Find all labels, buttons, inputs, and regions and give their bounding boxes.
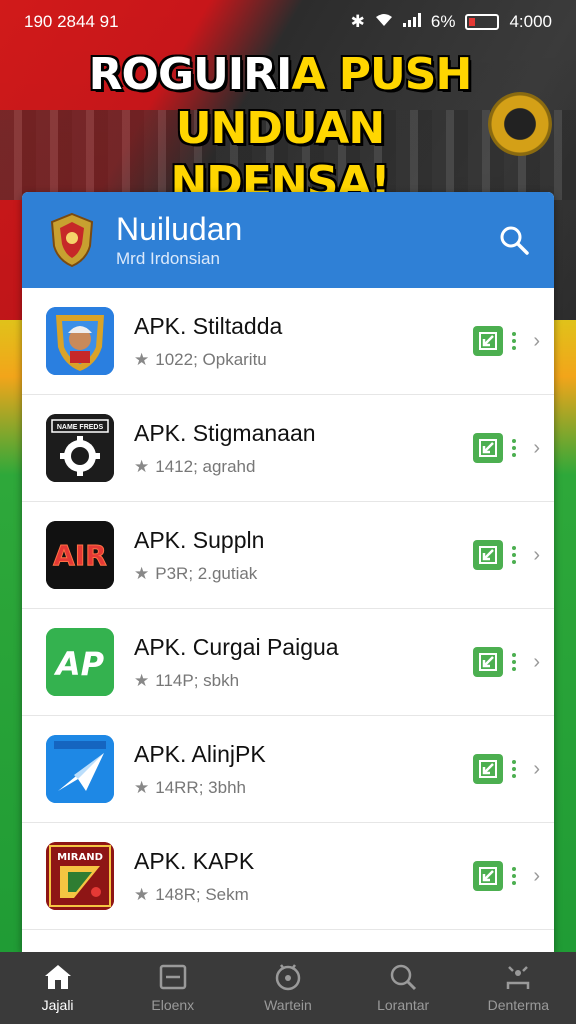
star-icon: ★ xyxy=(134,563,150,583)
garuda-crest-icon xyxy=(44,212,100,268)
app-meta: 1022; Opkaritu xyxy=(155,349,267,369)
download-button[interactable] xyxy=(473,433,504,463)
nav-label: Denterma xyxy=(487,997,550,1013)
headline-line1-white: ROGUIRI xyxy=(88,49,293,100)
mirando-logo-icon: MIRAND xyxy=(46,842,114,910)
paper-plane-icon xyxy=(46,735,114,803)
nav-item-profile[interactable]: Denterma xyxy=(468,963,568,1013)
more-options-icon[interactable] xyxy=(509,653,519,671)
profile-icon xyxy=(507,966,530,989)
nav-item-home[interactable]: Jajali xyxy=(8,963,108,1013)
nav-label: Eloenx xyxy=(151,997,195,1013)
gear-badge-icon: NAME FREDS xyxy=(46,414,114,482)
nav-item-compass[interactable]: Wartein xyxy=(238,963,338,1013)
chevron-right-icon[interactable]: › xyxy=(533,758,540,781)
download-arrow-icon xyxy=(479,653,498,671)
app-meta: 114P; sbkh xyxy=(155,670,240,690)
app-list: APK. Stiltadda ★ 1022; Opkaritu › NAME FR… xyxy=(22,288,554,930)
search-icon xyxy=(390,964,417,991)
list-item[interactable]: NAME FREDS APK. Stigmanaan ★ 1412; agrahd… xyxy=(22,395,554,502)
download-button[interactable] xyxy=(473,540,504,570)
app-meta: 14RR; 3bhh xyxy=(155,777,246,797)
battery-percent: 6% xyxy=(430,12,456,31)
download-arrow-icon xyxy=(479,439,498,457)
download-arrow-icon xyxy=(479,546,498,564)
app-meta: 1412; agrahd xyxy=(155,456,256,476)
app-title: APK. Stiltadda xyxy=(134,312,283,339)
battery-icon xyxy=(465,14,500,30)
promo-headline: ROGUIRIA PUSH UNDUAN NDENSA! xyxy=(60,48,500,210)
app-meta: 148R; Sekm xyxy=(155,884,249,904)
nav-item-inbox[interactable]: Eloenx xyxy=(123,963,223,1013)
chevron-right-icon[interactable]: › xyxy=(533,544,540,567)
download-button[interactable] xyxy=(473,861,504,891)
bottom-navigation: Jajali Eloenx Wartein Lorantar Denterma xyxy=(0,952,576,1024)
air-logo-label: AIR xyxy=(53,539,107,572)
download-arrow-icon xyxy=(479,867,498,885)
chevron-right-icon[interactable]: › xyxy=(533,865,540,888)
list-item[interactable]: MIRAND APK. KAPK ★ 148R; Sekm › xyxy=(22,823,554,930)
status-bar: 190 2844 91 ✱ 6% 4:000 xyxy=(0,0,576,44)
download-arrow-icon xyxy=(479,760,498,778)
list-item[interactable]: AP APK. Curgai Paigua ★ 114P; sbkh › xyxy=(22,609,554,716)
star-icon: ★ xyxy=(134,777,150,797)
star-icon: ★ xyxy=(134,456,150,476)
more-options-icon[interactable] xyxy=(509,867,519,885)
bluetooth-icon: ✱ xyxy=(350,12,365,31)
list-item[interactable]: APK. AlinjPK ★ 14RR; 3bhh › xyxy=(22,716,554,823)
more-options-icon[interactable] xyxy=(509,760,519,778)
home-icon xyxy=(44,965,71,989)
search-button[interactable] xyxy=(496,222,532,258)
nav-label: Jajali xyxy=(41,997,74,1013)
header-title: Nuiludan xyxy=(116,211,243,247)
star-icon: ★ xyxy=(134,884,150,904)
gear-badge-label: NAME FREDS xyxy=(57,424,104,431)
list-item[interactable]: AIR APK. Suppln ★ P3R; 2.gutiak › xyxy=(22,502,554,609)
shield-avatar-icon xyxy=(46,307,114,375)
air-logo-icon: AIR xyxy=(46,521,114,589)
inbox-icon xyxy=(159,964,187,990)
header-subtitle: Mrd Irdonsian xyxy=(116,249,220,268)
more-options-icon[interactable] xyxy=(509,439,519,457)
download-arrow-icon xyxy=(479,332,498,350)
ap-logo-label: AP xyxy=(53,645,105,683)
mirando-logo-label: MIRAND xyxy=(57,852,103,863)
more-options-icon[interactable] xyxy=(509,332,519,350)
nav-label: Wartein xyxy=(264,997,312,1013)
headline-line1-yellow: A PUSH xyxy=(291,49,472,100)
nav-label: Lorantar xyxy=(377,997,430,1013)
app-title: APK. Stigmanaan xyxy=(134,419,316,446)
nav-item-search[interactable]: Lorantar xyxy=(353,963,453,1013)
more-options-icon[interactable] xyxy=(509,546,519,564)
signal-icon xyxy=(402,12,421,32)
gold-ring-icon xyxy=(488,92,552,156)
chevron-right-icon[interactable]: › xyxy=(533,437,540,460)
app-title: APK. KAPK xyxy=(134,847,255,874)
status-icons: ✱ 6% 4:000 xyxy=(351,12,552,32)
app-title: APK. Suppln xyxy=(134,526,265,553)
status-left-text: 190 2844 91 xyxy=(24,12,119,31)
card-header: Nuiludan Mrd Irdonsian xyxy=(22,192,554,288)
list-item[interactable]: APK. Stiltadda ★ 1022; Opkaritu › xyxy=(22,288,554,395)
app-meta: P3R; 2.gutiak xyxy=(155,563,258,583)
chevron-right-icon[interactable]: › xyxy=(533,651,540,674)
app-title: APK. Curgai Paigua xyxy=(134,633,339,660)
star-icon: ★ xyxy=(134,349,150,369)
app-list-card: Nuiludan Mrd Irdonsian APK. Stiltadda ★ … xyxy=(22,192,554,952)
download-button[interactable] xyxy=(473,326,504,356)
download-button[interactable] xyxy=(473,647,504,677)
download-button[interactable] xyxy=(473,754,504,784)
status-time: 4:000 xyxy=(509,12,552,31)
wifi-icon xyxy=(375,12,393,32)
app-title: APK. AlinjPK xyxy=(134,740,266,767)
search-icon xyxy=(500,226,529,255)
ap-logo-icon: AP xyxy=(46,628,114,696)
star-icon: ★ xyxy=(134,670,150,690)
compass-icon xyxy=(275,964,301,991)
chevron-right-icon[interactable]: › xyxy=(533,330,540,353)
